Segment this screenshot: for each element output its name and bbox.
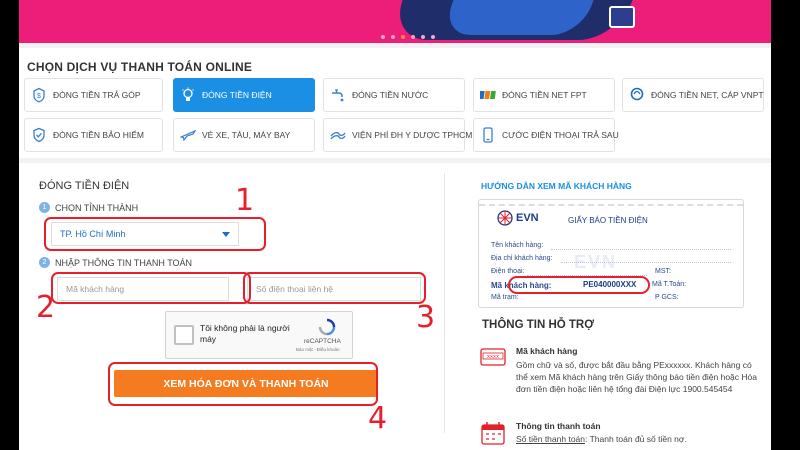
service-label: ĐÓNG TIỀN ĐIỆN [202, 90, 272, 100]
bill-field: P GCS: [655, 294, 679, 301]
page: CHỌN DỊCH VỤ THANH TOÁN ONLINE $ ĐÓNG TI… [19, 0, 771, 450]
airplane-icon [180, 127, 196, 143]
annotation-number: 4 [368, 401, 388, 436]
bill-perforation [479, 204, 743, 206]
carousel-dot[interactable] [401, 35, 405, 39]
recaptcha-logo-icon [318, 318, 336, 336]
service-label: CƯỚC ĐIỆN THOẠI TRẢ SAU [502, 130, 619, 140]
bill-field: Mã trạm: [491, 294, 519, 301]
promo-banner[interactable] [19, 0, 771, 43]
support-text: Số tiền thanh toán: Thanh toán đủ số tiề… [516, 433, 764, 445]
service-tickets[interactable]: VÉ XE, TÀU, MÁY BAY [173, 118, 315, 152]
step-number: 2 [39, 257, 50, 268]
annotation-box [44, 217, 266, 251]
carousel-dot[interactable] [431, 35, 435, 39]
id-card-icon: XXXX [480, 348, 506, 366]
lightbulb-icon [180, 87, 196, 103]
service-net-vnpt[interactable]: ĐÓNG TIỀN NET, CÁP VNPT [622, 78, 764, 112]
annotation-number: 2 [36, 290, 56, 325]
bill-heading: GIẤY BÁO TIỀN ĐIỆN [568, 216, 648, 225]
service-label: ĐÓNG TIỀN NET, CÁP VNPT [651, 90, 764, 100]
sample-bill-image: EVN EVN GIẤY BÁO TIỀN ĐIỆN Tên khách hàn… [478, 199, 744, 308]
recaptcha-label: Tôi không phải là người máy [200, 323, 290, 344]
support-text-rest: : Thanh toán đủ số tiền nợ. [585, 434, 687, 444]
hospital-icon [330, 127, 346, 143]
step-label: CHỌN TỈNH THÀNH [55, 202, 139, 213]
bill-field: Điện thoại: [491, 268, 525, 275]
evn-logo: EVN [497, 210, 539, 226]
step-number: 1 [39, 202, 50, 213]
recaptcha-brand: reCAPTCHA [304, 338, 341, 345]
service-section: CHỌN DỊCH VỤ THANH TOÁN ONLINE $ ĐÓNG TI… [19, 48, 771, 158]
bill-field: Địa chỉ khách hàng: [491, 255, 553, 262]
phone-icon [480, 127, 496, 143]
carousel-dot[interactable] [391, 35, 395, 39]
carousel-dot[interactable] [381, 35, 385, 39]
calendar-icon [481, 422, 505, 445]
bill-line [551, 249, 731, 250]
bill-field: MST: [655, 268, 671, 275]
support-heading: Mã khách hàng [516, 346, 578, 356]
service-electricity[interactable]: ĐÓNG TIỀN ĐIỆN [173, 78, 315, 112]
section-title: CHỌN DỊCH VỤ THANH TOÁN ONLINE [27, 60, 253, 74]
svg-text:XXXX: XXXX [487, 354, 499, 359]
annotation-box [108, 362, 378, 406]
recaptcha-terms-link[interactable]: Bảo mật - Điều khoản [296, 347, 340, 352]
step-province: 1 CHỌN TỈNH THÀNH [39, 202, 138, 213]
support-heading: Thông tin thanh toán [516, 421, 601, 431]
annotation-number: 1 [235, 183, 255, 218]
banner-cube-icon [609, 6, 635, 28]
service-label: ĐÓNG TIỀN BẢO HIỂM [53, 130, 144, 140]
recaptcha-widget: Tôi không phải là người máy reCAPTCHA Bả… [165, 311, 353, 359]
evn-logo-text: EVN [516, 212, 539, 224]
guide-title: HƯỚNG DẪN XEM MÃ KHÁCH HÀNG [481, 181, 632, 191]
carousel-dots[interactable] [381, 35, 435, 39]
annotation-oval [508, 276, 650, 294]
service-postpaid-phone[interactable]: CƯỚC ĐIỆN THOẠI TRẢ SAU [473, 118, 619, 152]
service-installment[interactable]: $ ĐÓNG TIỀN TRẢ GÓP [24, 78, 163, 112]
service-label: ĐÓNG TIỀN NET FPT [502, 90, 587, 100]
bill-field: Mã T.Toán: [652, 281, 687, 288]
service-water[interactable]: ĐÓNG TIỀN NƯỚC [323, 78, 465, 112]
annotation-box [51, 272, 251, 304]
service-label: VIỆN PHÍ ĐH Y DƯỢC TPHCM [352, 130, 473, 140]
step-payment-info: 2 NHẬP THÔNG TIN THANH TOÁN [39, 257, 192, 268]
payment-panel: ĐÓNG TIỀN ĐIỆN 1 CHỌN TỈNH THÀNH TP. Hồ … [19, 163, 771, 450]
bill-field: Tên khách hàng: [491, 242, 544, 249]
recaptcha-checkbox[interactable] [174, 325, 194, 345]
annotation-box [243, 272, 426, 304]
annotation-number: 3 [416, 300, 436, 335]
faucet-icon [330, 87, 346, 103]
shield-icon [31, 127, 47, 143]
service-label: VÉ XE, TÀU, MÁY BAY [202, 130, 291, 140]
fpt-logo-icon [480, 87, 496, 103]
vnpt-logo-icon [629, 87, 645, 103]
service-hospital-fee[interactable]: VIỆN PHÍ ĐH Y DƯỢC TPHCM [323, 118, 472, 152]
carousel-dot[interactable] [411, 35, 415, 39]
carousel-dot[interactable] [421, 35, 425, 39]
evn-logo-icon [497, 210, 513, 226]
form-title: ĐÓNG TIỀN ĐIỆN [39, 180, 130, 192]
service-net-fpt[interactable]: ĐÓNG TIỀN NET FPT [473, 78, 615, 112]
divider [444, 173, 445, 433]
support-title: THÔNG TIN HỖ TRỢ [482, 319, 595, 331]
installment-icon: $ [31, 87, 47, 103]
support-text: Gồm chữ và số, được bắt đầu bằng PExxxxx… [516, 360, 757, 394]
service-insurance[interactable]: ĐÓNG TIỀN BẢO HIỂM [24, 118, 163, 152]
service-label: ĐÓNG TIỀN TRẢ GÓP [53, 90, 141, 100]
bill-line [561, 262, 731, 263]
service-label: ĐÓNG TIỀN NƯỚC [352, 90, 429, 100]
svg-text:$: $ [37, 93, 41, 100]
step-label: NHẬP THÔNG TIN THANH TOÁN [55, 257, 193, 268]
support-link[interactable]: Số tiền thanh toán [516, 434, 585, 444]
